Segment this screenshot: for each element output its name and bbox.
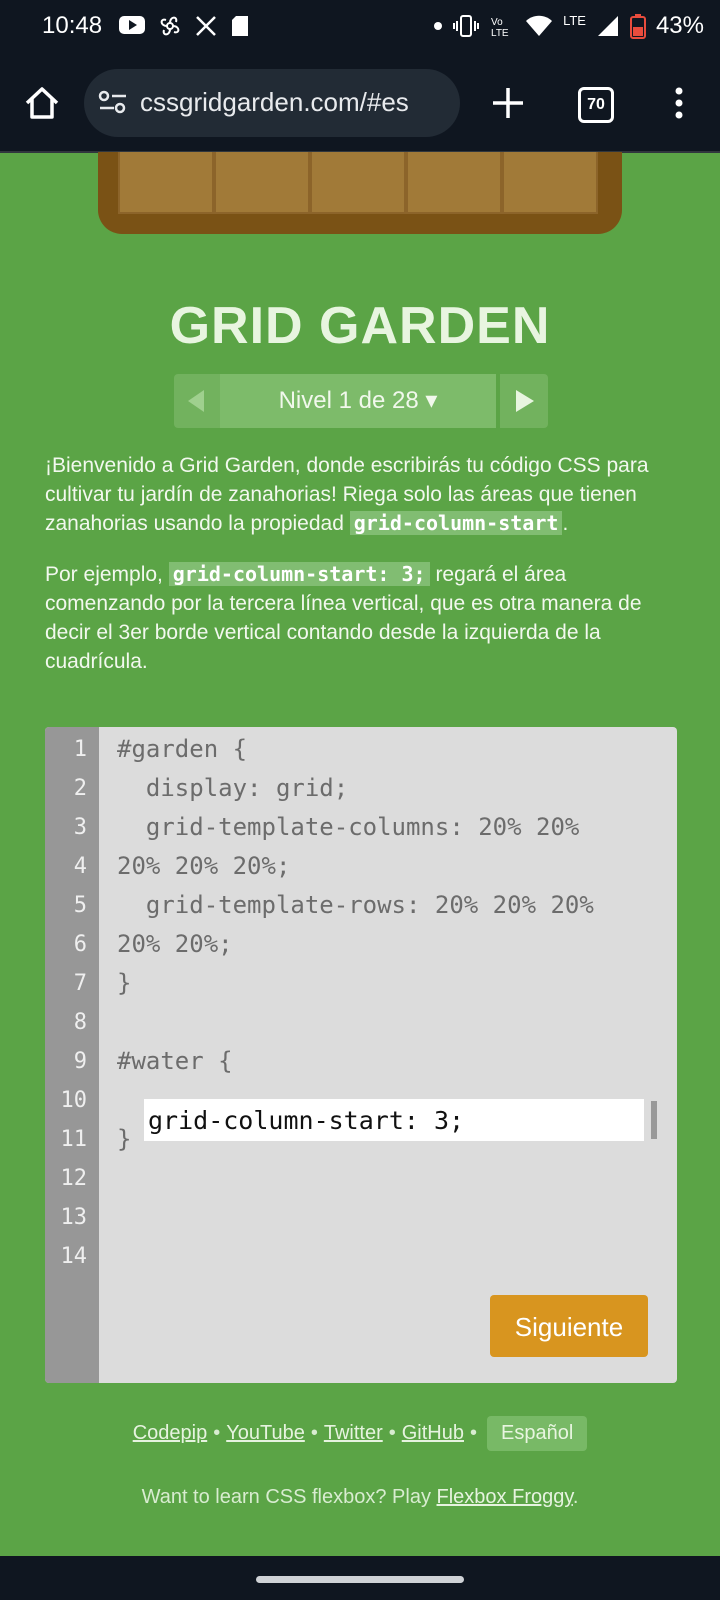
example-text: Por ejemplo, (45, 563, 169, 586)
codepip-link[interactable]: Codepip (133, 1422, 208, 1444)
code-line: grid-template-columns: 20% 20% (117, 813, 580, 841)
instructions-paragraph: ¡Bienvenido a Grid Garden, donde escribi… (45, 451, 675, 538)
code-editor: 1 2 3 4 5 6 7 8 9 10 11 12 13 14 #garden… (45, 727, 677, 1383)
triangle-right-icon (516, 390, 534, 412)
tab-count: 70 (587, 96, 605, 113)
previous-level-button[interactable] (174, 374, 220, 428)
promo-line: Want to learn CSS flexbox? Play Flexbox … (0, 1486, 720, 1509)
status-bar: 10:48 Vo LTE LTE 43% (0, 0, 720, 55)
garden-cell (310, 152, 406, 214)
promo-end: . (572, 1486, 579, 1508)
garden-cell (502, 152, 598, 214)
garden-cell (406, 152, 502, 214)
separator: • (388, 1422, 396, 1444)
separator: • (213, 1422, 221, 1444)
battery-icon (629, 14, 646, 39)
svg-text:LTE: LTE (491, 28, 509, 38)
code-line: display: grid; (117, 774, 349, 802)
language-selector[interactable]: Español (487, 1416, 588, 1451)
clock: 10:48 (42, 12, 103, 39)
sd-card-icon (232, 16, 248, 36)
more-options-icon[interactable] (664, 83, 694, 123)
line-number: 1 (73, 737, 87, 762)
line-number: 13 (60, 1205, 88, 1230)
inline-code: grid-column-start (349, 511, 563, 535)
swords-icon (196, 16, 216, 36)
wifi-icon (526, 15, 553, 36)
notification-icons (118, 14, 250, 38)
code-line: } (117, 1125, 132, 1153)
system-nav-bar (0, 1556, 720, 1600)
github-link[interactable]: GitHub (402, 1422, 464, 1444)
pinwheel-icon (160, 16, 180, 36)
volte-icon: VoLTE (491, 17, 509, 38)
code-line: grid-template-rows: 20% 20% 20% (117, 891, 594, 919)
code-line: 20% 20% 20%; (117, 852, 291, 880)
input-scroll-indicator (651, 1101, 657, 1139)
twitter-link[interactable]: Twitter (324, 1422, 383, 1444)
level-navigation: Nivel 1 de 28 ▾ (174, 374, 548, 428)
line-number: 5 (73, 893, 87, 918)
line-number: 2 (73, 776, 87, 801)
signal-icon (597, 16, 618, 36)
network-type: LTE (563, 12, 586, 28)
line-number: 12 (60, 1166, 88, 1191)
next-button[interactable]: Siguiente (490, 1295, 648, 1357)
browser-toolbar: cssgridgarden.com/#es 70 (0, 55, 720, 153)
line-number-gutter: 1 2 3 4 5 6 7 8 9 10 11 12 13 14 (45, 727, 99, 1383)
line-number: 3 (73, 815, 87, 840)
triangle-left-icon (188, 390, 204, 412)
url-text: cssgridgarden.com/#es (140, 87, 409, 117)
line-number: 14 (60, 1244, 88, 1269)
line-number: 7 (73, 971, 87, 996)
youtube-icon (119, 16, 145, 34)
instructions-text-end: . (562, 512, 569, 535)
promo-text: Want to learn CSS flexbox? Play (141, 1486, 437, 1508)
code-line: 20% 20%; (117, 930, 233, 958)
separator: • (310, 1422, 318, 1444)
code-line: #water { (117, 1047, 233, 1075)
garden-cell (214, 152, 310, 214)
line-number: 6 (73, 932, 87, 957)
level-selector[interactable]: Nivel 1 de 28 ▾ (220, 374, 496, 428)
home-icon[interactable] (22, 83, 62, 123)
line-number: 10 (60, 1088, 88, 1113)
vibrate-icon (453, 15, 480, 37)
footer-links: Codepip • YouTube • Twitter • GitHub • Español (0, 1416, 720, 1451)
code-line: #garden { (117, 735, 248, 763)
css-answer-input[interactable] (144, 1099, 644, 1141)
line-number: 8 (73, 1010, 87, 1035)
tab-switcher-button[interactable]: 70 (578, 87, 614, 123)
inline-code-example: grid-column-start: 3; (168, 562, 430, 586)
line-number: 4 (73, 854, 87, 879)
separator: • (470, 1422, 478, 1444)
svg-text:Vo: Vo (491, 17, 503, 28)
garden-cell (118, 152, 214, 214)
garden-board (98, 152, 622, 234)
new-tab-icon[interactable] (488, 83, 528, 123)
dot-icon (434, 22, 443, 30)
next-level-button[interactable] (500, 374, 548, 428)
address-bar[interactable]: cssgridgarden.com/#es (84, 69, 460, 137)
gesture-handle[interactable] (256, 1576, 464, 1583)
system-icons: Vo LTE LTE 43% (433, 12, 704, 40)
youtube-link[interactable]: YouTube (226, 1422, 305, 1444)
game-title: GRID GARDEN (169, 297, 551, 355)
code-line: } (117, 969, 132, 997)
flexbox-froggy-link[interactable]: Flexbox Froggy (437, 1486, 573, 1508)
site-settings-icon[interactable] (98, 89, 128, 115)
line-number: 11 (60, 1127, 88, 1152)
example-paragraph: Por ejemplo, grid-column-start: 3; regar… (45, 560, 675, 676)
line-number: 9 (73, 1049, 87, 1074)
battery-percent: 43% (655, 12, 704, 39)
